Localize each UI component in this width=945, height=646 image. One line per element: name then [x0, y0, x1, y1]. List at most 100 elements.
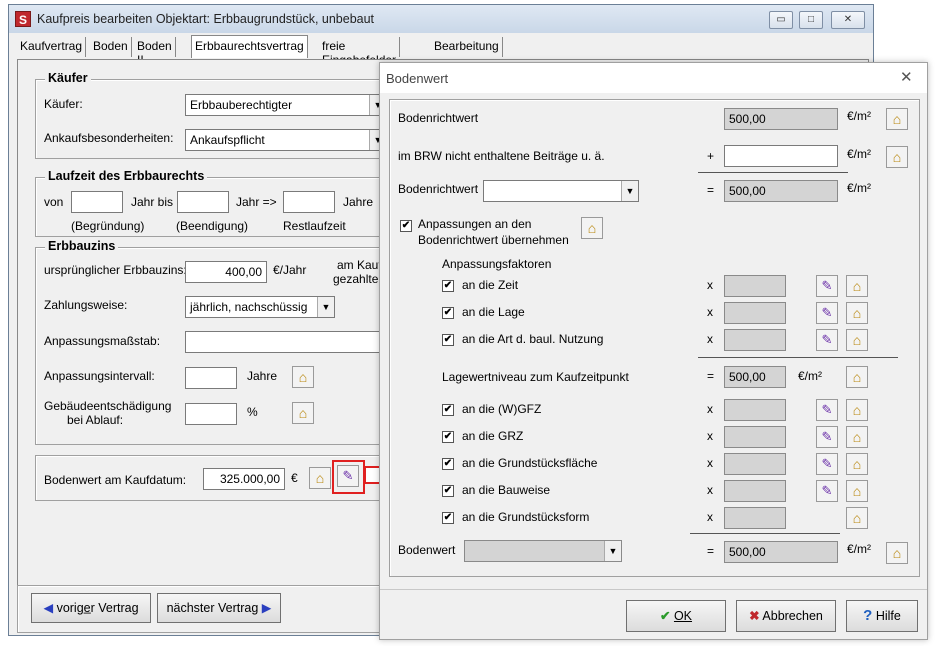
form-factor-input[interactable] [724, 507, 786, 529]
close-icon[interactable]: ✕ [831, 11, 865, 29]
maximize-icon[interactable]: □ [799, 11, 823, 29]
ankauf-select[interactable]: Ankaufspflicht ▼ [185, 129, 387, 151]
calculator-icon[interactable]: ⌂ [846, 329, 868, 351]
calculator-icon[interactable]: ⌂ [886, 542, 908, 564]
close-icon[interactable]: ✕ [900, 68, 913, 86]
zeit-checkbox[interactable]: ✔ [442, 280, 454, 292]
bodenwert-result: 500,00 [724, 541, 838, 563]
form-checkbox[interactable]: ✔ [442, 512, 454, 524]
zahlungsweise-label: Zahlungsweise: [44, 298, 128, 312]
anpassungen-checkbox[interactable]: ✔ [400, 220, 412, 232]
gebaeude-label-2: bei Ablauf: [67, 413, 124, 427]
von-label: von [44, 195, 64, 209]
bauweise-factor-input[interactable] [724, 480, 786, 502]
von-year-input[interactable] [71, 191, 123, 213]
brw2-unit: €/m² [847, 181, 871, 195]
kaeufer-label: Käufer: [44, 97, 83, 111]
next-contract-label: nächster Vertrag [166, 601, 259, 615]
calculator-icon[interactable]: ⌂ [846, 275, 868, 297]
zeit-label: an die Zeit [462, 278, 519, 292]
urspr-erbbauzins-input[interactable]: 400,00 [185, 261, 267, 283]
gfz-checkbox[interactable]: ✔ [442, 404, 454, 416]
calculator-icon[interactable]: ⌂ [886, 146, 908, 168]
grz-checkbox[interactable]: ✔ [442, 431, 454, 443]
calculator-icon[interactable]: ⌂ [846, 366, 868, 388]
urspr-unit: €/Jahr [273, 263, 307, 277]
calculator-icon[interactable]: ⌂ [846, 480, 868, 502]
bis-year-input[interactable] [177, 191, 229, 213]
ok-button[interactable]: ✔ OK [626, 600, 726, 632]
edit-icon[interactable]: ✎ [816, 426, 838, 448]
times-sign: x [707, 305, 713, 319]
calculator-icon[interactable]: ⌂ [846, 399, 868, 421]
next-contract-button[interactable]: nächster Vertrag ▶ [157, 593, 281, 623]
equals-sign: = [707, 183, 715, 197]
calculator-icon[interactable]: ⌂ [846, 453, 868, 475]
tab-boden[interactable]: Boden [90, 37, 132, 57]
urspr-erbbauzins-label: ursprünglicher Erbbauzins: [44, 263, 187, 277]
bodenwert-kauf-input[interactable]: 325.000,00 [203, 468, 285, 490]
kaeufer-select[interactable]: Erbbauberechtigter ▼ [185, 94, 387, 116]
tab-kaufvertrag[interactable]: Kaufvertrag [17, 37, 87, 57]
calculator-icon[interactable]: ⌂ [846, 426, 868, 448]
calculator-icon[interactable]: ⌂ [581, 217, 603, 239]
cancel-button[interactable]: ✖ Abbrechen [736, 600, 836, 632]
bauweise-label: an die Bauweise [462, 483, 551, 497]
calculator-icon[interactable]: ⌂ [309, 467, 331, 489]
lage-factor-input[interactable] [724, 302, 786, 324]
nutzung-label: an die Art d. baul. Nutzung [462, 332, 604, 346]
zahlungsweise-select[interactable]: jährlich, nachschüssig ▼ [185, 296, 335, 318]
tab-erbbaurechtsvertrag[interactable]: Erbbaurechtsvertrag [191, 35, 308, 58]
bodenwert-kauf-unit: € [291, 471, 298, 485]
calculator-icon[interactable]: ⌂ [846, 302, 868, 324]
edit-icon[interactable]: ✎ [816, 399, 838, 421]
flaeche-factor-input[interactable] [724, 453, 786, 475]
equals-sign: = [707, 369, 715, 383]
tab-freie-eingabefelder[interactable]: freie Eingabefelder [319, 37, 401, 67]
flaeche-checkbox[interactable]: ✔ [442, 458, 454, 470]
jahr-bis-label: Jahr bis [131, 195, 174, 209]
gfz-label: an die (W)GFZ [462, 402, 542, 416]
edit-icon[interactable]: ✎ [816, 275, 838, 297]
brw-input: 500,00 [724, 108, 838, 130]
calculator-icon[interactable]: ⌂ [292, 366, 314, 388]
edit-icon[interactable]: ✎ [816, 302, 838, 324]
calculator-icon[interactable]: ⌂ [292, 402, 314, 424]
calculator-icon[interactable]: ⌂ [846, 507, 868, 529]
prev-contract-button[interactable]: ◀ vorige̲r Vertrag [31, 593, 151, 623]
bodenwert-kauf-label: Bodenwert am Kaufdatum: [44, 473, 187, 487]
edit-icon[interactable]: ✎ [816, 480, 838, 502]
lage-checkbox[interactable]: ✔ [442, 307, 454, 319]
zeit-factor-input[interactable] [724, 275, 786, 297]
calculator-icon[interactable]: ⌂ [886, 108, 908, 130]
edit-icon[interactable]: ✎ [337, 465, 359, 487]
times-sign: x [707, 332, 713, 346]
bauweise-checkbox[interactable]: ✔ [442, 485, 454, 497]
massstab-input[interactable] [185, 331, 387, 353]
grz-factor-input[interactable] [724, 426, 786, 448]
brw2-select[interactable]: ▼ [483, 180, 639, 202]
bodenwert-select[interactable]: ▼ [464, 540, 622, 562]
tab-bearbeitung[interactable]: Bearbeitung [431, 37, 503, 57]
edit-icon[interactable]: ✎ [816, 453, 838, 475]
edit-icon[interactable]: ✎ [816, 329, 838, 351]
lage-label: an die Lage [462, 305, 525, 319]
bodenwert-dialog: Bodenwert ✕ Bodenrichtwert 500,00 €/m² ⌂… [379, 62, 928, 640]
gebaeude-input[interactable] [185, 403, 237, 425]
restlaufzeit-input[interactable] [283, 191, 335, 213]
intervall-input[interactable] [185, 367, 237, 389]
help-button[interactable]: ? Hilfe [846, 600, 918, 632]
gfz-factor-input[interactable] [724, 399, 786, 421]
beitraege-input[interactable] [724, 145, 838, 167]
times-sign: x [707, 278, 713, 292]
am-kauf-label: am Kauf [337, 258, 382, 272]
nutzung-factor-input[interactable] [724, 329, 786, 351]
window-title: Kaufpreis bearbeiten Objektart: Erbbaugr… [37, 12, 375, 26]
plus-sign: + [707, 149, 715, 163]
nutzung-checkbox[interactable]: ✔ [442, 334, 454, 346]
tab-boden-ii[interactable]: Boden II [134, 37, 176, 67]
ok-label: OK [673, 609, 693, 623]
chevron-down-icon: ▼ [604, 541, 621, 561]
chevron-down-icon: ▼ [621, 181, 638, 201]
minimize-icon[interactable]: ▭ [769, 11, 793, 29]
